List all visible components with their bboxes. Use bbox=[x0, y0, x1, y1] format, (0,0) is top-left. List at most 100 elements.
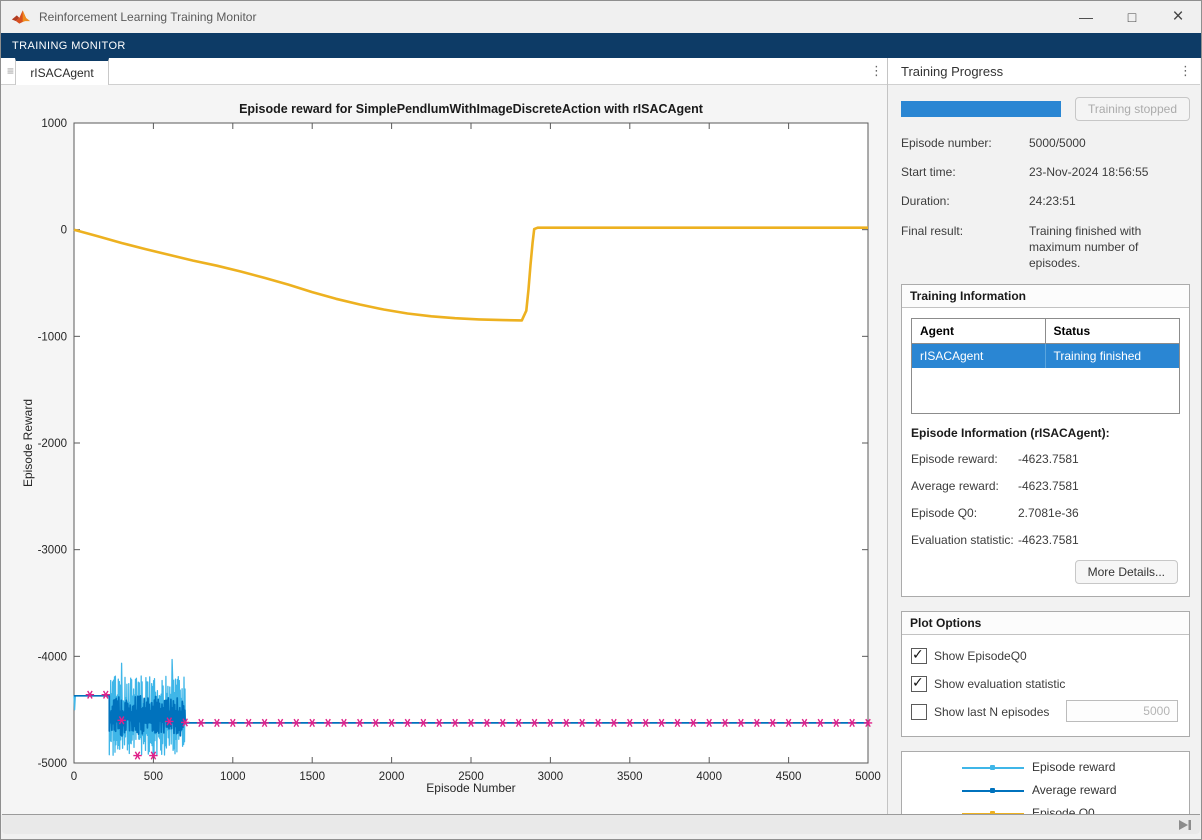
x-tick-label: 2000 bbox=[379, 771, 405, 783]
training-stopped-button[interactable]: Training stopped bbox=[1075, 97, 1190, 121]
field-value: 23-Nov-2024 18:56:55 bbox=[1029, 164, 1183, 180]
training-progress-overflow-icon[interactable]: ⋮ bbox=[1179, 63, 1192, 79]
minimize-button[interactable]: — bbox=[1063, 1, 1109, 33]
x-axis-label: Episode Number bbox=[426, 781, 515, 795]
training-progress-header: Training Progress ⋮ bbox=[888, 58, 1200, 85]
episode-reward-chart: 1000 0 -1000 -2000 -3000 -4000 -5000 0 500 1000 15… bbox=[1, 85, 887, 814]
agent-cell: rISACAgent bbox=[912, 344, 1046, 368]
show-evaluation-statistic-checkbox[interactable] bbox=[911, 676, 927, 692]
field-label: Episode reward: bbox=[911, 452, 1018, 466]
app-window: Reinforcement Learning Training Monitor … bbox=[0, 0, 1202, 840]
field-value: -4623.7581 bbox=[1018, 533, 1079, 547]
checkbox-label: Show last N episodes bbox=[934, 705, 1049, 719]
training-progress-panel: Training Progress ⋮ Training stopped Epi… bbox=[888, 58, 1200, 814]
field-label: Duration: bbox=[901, 193, 1029, 209]
plot-options-panel: Plot Options Show EpisodeQ0 Show evaluat… bbox=[901, 611, 1190, 737]
average-reward-line-icon bbox=[962, 790, 1024, 792]
x-tick-label: 0 bbox=[71, 771, 77, 783]
final-result-row: Final result: Training finished with max… bbox=[901, 223, 1190, 272]
window-title: Reinforcement Learning Training Monitor bbox=[39, 10, 256, 24]
status-cell: Training finished bbox=[1046, 344, 1180, 368]
legend-average-reward: Average reward bbox=[902, 783, 1189, 799]
y-tick-label: -5000 bbox=[38, 758, 67, 770]
tab-overflow-icon[interactable]: ⋮ bbox=[870, 63, 883, 79]
plot-area bbox=[74, 123, 868, 763]
chart-title: Episode reward for SimplePendlumWithImag… bbox=[239, 102, 704, 116]
legend-label: Episode Q0 bbox=[1032, 806, 1095, 814]
x-tick-label: 3000 bbox=[538, 771, 564, 783]
average-reward-row: Average reward: -4623.7581 bbox=[911, 479, 1180, 493]
last-n-episodes-input[interactable] bbox=[1066, 700, 1178, 722]
field-value: 2.7081e-36 bbox=[1018, 506, 1079, 520]
checkbox-label: Show EpisodeQ0 bbox=[934, 649, 1027, 663]
start-time-row: Start time: 23-Nov-2024 18:56:55 bbox=[901, 164, 1190, 180]
training-progress-title: Training Progress bbox=[901, 64, 1003, 79]
status-bar bbox=[2, 814, 1200, 834]
legend-label: Episode reward bbox=[1032, 760, 1115, 776]
field-label: Episode Q0: bbox=[911, 506, 1018, 520]
episode-reward-row: Episode reward: -4623.7581 bbox=[911, 452, 1180, 466]
x-tick-label: 4000 bbox=[696, 771, 722, 783]
legend-label: Average reward bbox=[1032, 783, 1117, 799]
show-last-n-episodes-option: Show last N episodes bbox=[911, 704, 1180, 720]
episode-q0-row: Episode Q0: 2.7081e-36 bbox=[911, 506, 1180, 520]
episode-reward-line-icon bbox=[962, 767, 1024, 769]
evaluation-statistic-row: Evaluation statistic: -4623.7581 bbox=[911, 533, 1180, 547]
tab-bar: ≡ rISACAgent ⋮ bbox=[1, 58, 887, 85]
training-information-panel: Training Information Agent Status rISACA… bbox=[901, 284, 1190, 597]
tab-label: rISACAgent bbox=[30, 66, 93, 80]
more-details-button[interactable]: More Details... bbox=[1075, 560, 1178, 584]
episode-number-row: Episode number: 5000/5000 bbox=[901, 135, 1190, 151]
checkbox-label: Show evaluation statistic bbox=[934, 677, 1065, 691]
field-label: Final result: bbox=[901, 223, 1029, 272]
ribbon-training-monitor: TRAINING MONITOR bbox=[1, 33, 1201, 58]
field-value: 5000/5000 bbox=[1029, 135, 1183, 151]
episode-information-title: Episode Information (rISACAgent): bbox=[911, 426, 1180, 440]
table-row[interactable]: rISACAgent Training finished bbox=[912, 344, 1179, 368]
y-tick-label: 1000 bbox=[41, 118, 67, 130]
plot-options-header: Plot Options bbox=[902, 612, 1189, 635]
x-tick-label: 1500 bbox=[299, 771, 325, 783]
field-value: Training finished with maximum number of… bbox=[1029, 223, 1183, 272]
chart-legend: Episode reward Average reward Episode Q0 bbox=[901, 751, 1190, 814]
field-label: Start time: bbox=[901, 164, 1029, 180]
figure-region: ≡ rISACAgent ⋮ 1000 0 -1000 -2000 -3000 -4000… bbox=[1, 58, 887, 814]
x-tick-label: 5000 bbox=[855, 771, 881, 783]
matlab-logo-icon bbox=[11, 8, 31, 26]
x-tick-label: 1000 bbox=[220, 771, 246, 783]
column-header-agent[interactable]: Agent bbox=[912, 319, 1046, 344]
field-label: Episode number: bbox=[901, 135, 1029, 151]
field-value: 24:23:51 bbox=[1029, 193, 1183, 209]
training-progress-bar bbox=[901, 101, 1061, 117]
show-last-n-episodes-checkbox[interactable] bbox=[911, 704, 927, 720]
x-tick-label: 500 bbox=[144, 771, 163, 783]
y-tick-label: -3000 bbox=[38, 545, 67, 557]
close-button[interactable]: × bbox=[1155, 1, 1201, 33]
x-tick-label: 4500 bbox=[776, 771, 802, 783]
duration-row: Duration: 24:23:51 bbox=[901, 193, 1190, 209]
table-header-row: Agent Status bbox=[912, 319, 1179, 344]
legend-episode-reward: Episode reward bbox=[902, 760, 1189, 776]
y-tick-label: 0 bbox=[61, 225, 67, 237]
y-tick-label: -4000 bbox=[38, 651, 67, 663]
column-header-status[interactable]: Status bbox=[1046, 319, 1180, 344]
agent-status-table: Agent Status rISACAgent Training finishe… bbox=[911, 318, 1180, 414]
title-bar: Reinforcement Learning Training Monitor … bbox=[1, 1, 1201, 33]
show-episodeq0-checkbox[interactable] bbox=[911, 648, 927, 664]
field-label: Average reward: bbox=[911, 479, 1018, 493]
maximize-button[interactable]: □ bbox=[1109, 1, 1155, 33]
x-tick-label: 3500 bbox=[617, 771, 643, 783]
skip-to-end-icon[interactable] bbox=[1179, 819, 1192, 831]
show-episodeq0-option: Show EpisodeQ0 bbox=[911, 648, 1180, 664]
legend-episode-q0: Episode Q0 bbox=[902, 806, 1189, 814]
tab-grip-icon[interactable]: ≡ bbox=[7, 64, 14, 78]
y-tick-label: -1000 bbox=[38, 331, 67, 343]
y-axis-label: Episode Reward bbox=[21, 399, 35, 487]
field-label: Evaluation statistic: bbox=[911, 533, 1018, 547]
field-value: -4623.7581 bbox=[1018, 452, 1079, 466]
show-evaluation-statistic-option: Show evaluation statistic bbox=[911, 676, 1180, 692]
y-tick-label: -2000 bbox=[38, 438, 67, 450]
field-value: -4623.7581 bbox=[1018, 479, 1079, 493]
tab-risacagent[interactable]: rISACAgent bbox=[15, 58, 109, 85]
ribbon-label: TRAINING MONITOR bbox=[12, 40, 126, 52]
